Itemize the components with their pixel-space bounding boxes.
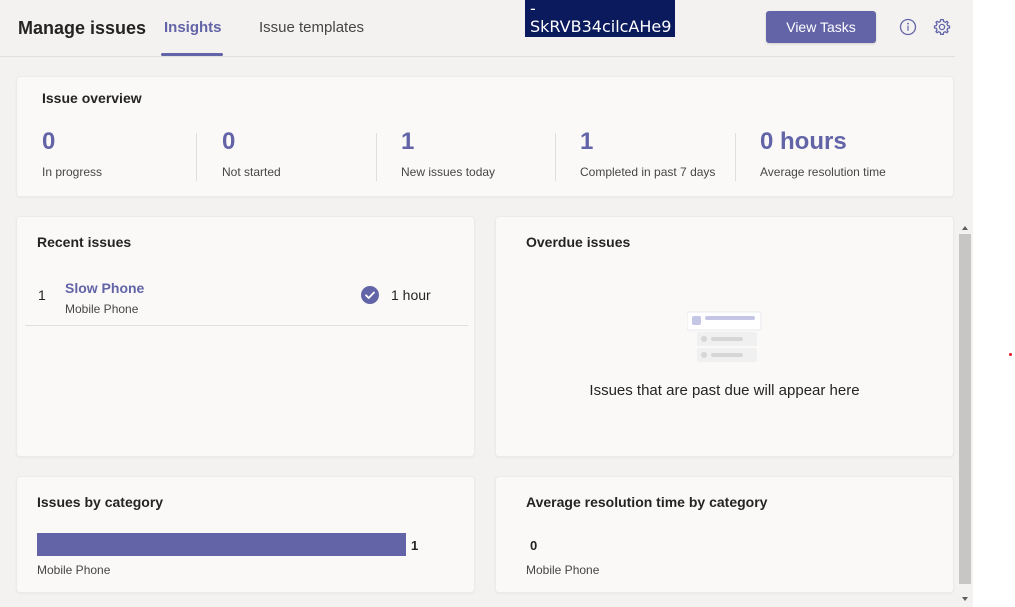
stat-label: In progress bbox=[42, 165, 103, 179]
issue-row-divider bbox=[25, 325, 468, 326]
gear-icon[interactable] bbox=[932, 17, 952, 37]
recent-issues-title: Recent issues bbox=[37, 234, 132, 250]
top-bar: Manage issues Insights Issue templates -… bbox=[0, 0, 955, 57]
stat-divider bbox=[735, 133, 736, 181]
stat-divider bbox=[376, 133, 377, 181]
stat-value: 0 hours bbox=[760, 128, 847, 155]
overdue-empty-message: Issues that are past due will appear her… bbox=[589, 382, 860, 399]
page-title: Manage issues bbox=[18, 18, 147, 38]
tab-insights[interactable]: Insights bbox=[164, 19, 222, 36]
issue-number: 1 bbox=[38, 287, 46, 303]
category-bar-value: 1 bbox=[411, 538, 419, 553]
issue-time: 1 hour bbox=[391, 287, 431, 303]
overlay-line-1: - bbox=[530, 0, 536, 18]
stat-label: Not started bbox=[222, 165, 281, 179]
avg-resolution-title: Average resolution time by category bbox=[526, 494, 768, 510]
scrollbar-thumb[interactable] bbox=[959, 234, 971, 584]
issue-overview-title: Issue overview bbox=[42, 90, 142, 106]
stat-value: 0 bbox=[42, 128, 56, 155]
stat-divider bbox=[196, 133, 197, 181]
stat-value: 1 bbox=[401, 128, 415, 155]
category-bar-label: Mobile Phone bbox=[37, 563, 111, 577]
avg-resolution-bar-value: 0 bbox=[530, 538, 538, 553]
overlay-label: - SkRVB34cilcAHe9 bbox=[525, 0, 675, 37]
stat-in-progress: 0 In progress bbox=[42, 128, 102, 179]
overlay-line-2: SkRVB34cilcAHe9 bbox=[530, 17, 672, 36]
stat-divider bbox=[555, 133, 556, 181]
scroll-up-arrow-icon[interactable] bbox=[959, 221, 971, 233]
stat-label: Completed in past 7 days bbox=[580, 165, 716, 179]
active-tab-indicator bbox=[161, 53, 223, 56]
tab-issue-templates[interactable]: Issue templates bbox=[259, 19, 364, 36]
check-circle-icon bbox=[361, 286, 379, 304]
info-icon[interactable] bbox=[898, 17, 918, 37]
avg-resolution-bar-label: Mobile Phone bbox=[526, 563, 600, 577]
category-bar bbox=[37, 533, 406, 556]
stat-value: 0 bbox=[222, 128, 236, 155]
stat-label: New issues today bbox=[401, 165, 496, 179]
issue-category: Mobile Phone bbox=[65, 302, 139, 316]
recent-issues-card bbox=[16, 216, 475, 457]
empty-list-illustration bbox=[686, 310, 763, 364]
stat-value: 1 bbox=[580, 128, 594, 155]
stat-completed-7-days: 1 Completed in past 7 days bbox=[580, 128, 715, 179]
manage-issues-app: Manage issues Insights Issue templates -… bbox=[0, 0, 973, 607]
red-dot-marker bbox=[1009, 353, 1012, 356]
overdue-issues-title: Overdue issues bbox=[526, 234, 631, 250]
view-tasks-button[interactable]: View Tasks bbox=[766, 11, 876, 43]
stat-label: Average resolution time bbox=[760, 165, 886, 179]
stat-new-issues-today: 1 New issues today bbox=[401, 128, 495, 179]
issues-by-category-title: Issues by category bbox=[37, 494, 164, 510]
stat-not-started: 0 Not started bbox=[222, 128, 281, 179]
scroll-down-arrow-icon[interactable] bbox=[959, 592, 971, 604]
issue-title-link[interactable]: Slow Phone bbox=[65, 280, 144, 296]
stat-avg-resolution: 0 hours Average resolution time bbox=[760, 128, 886, 179]
